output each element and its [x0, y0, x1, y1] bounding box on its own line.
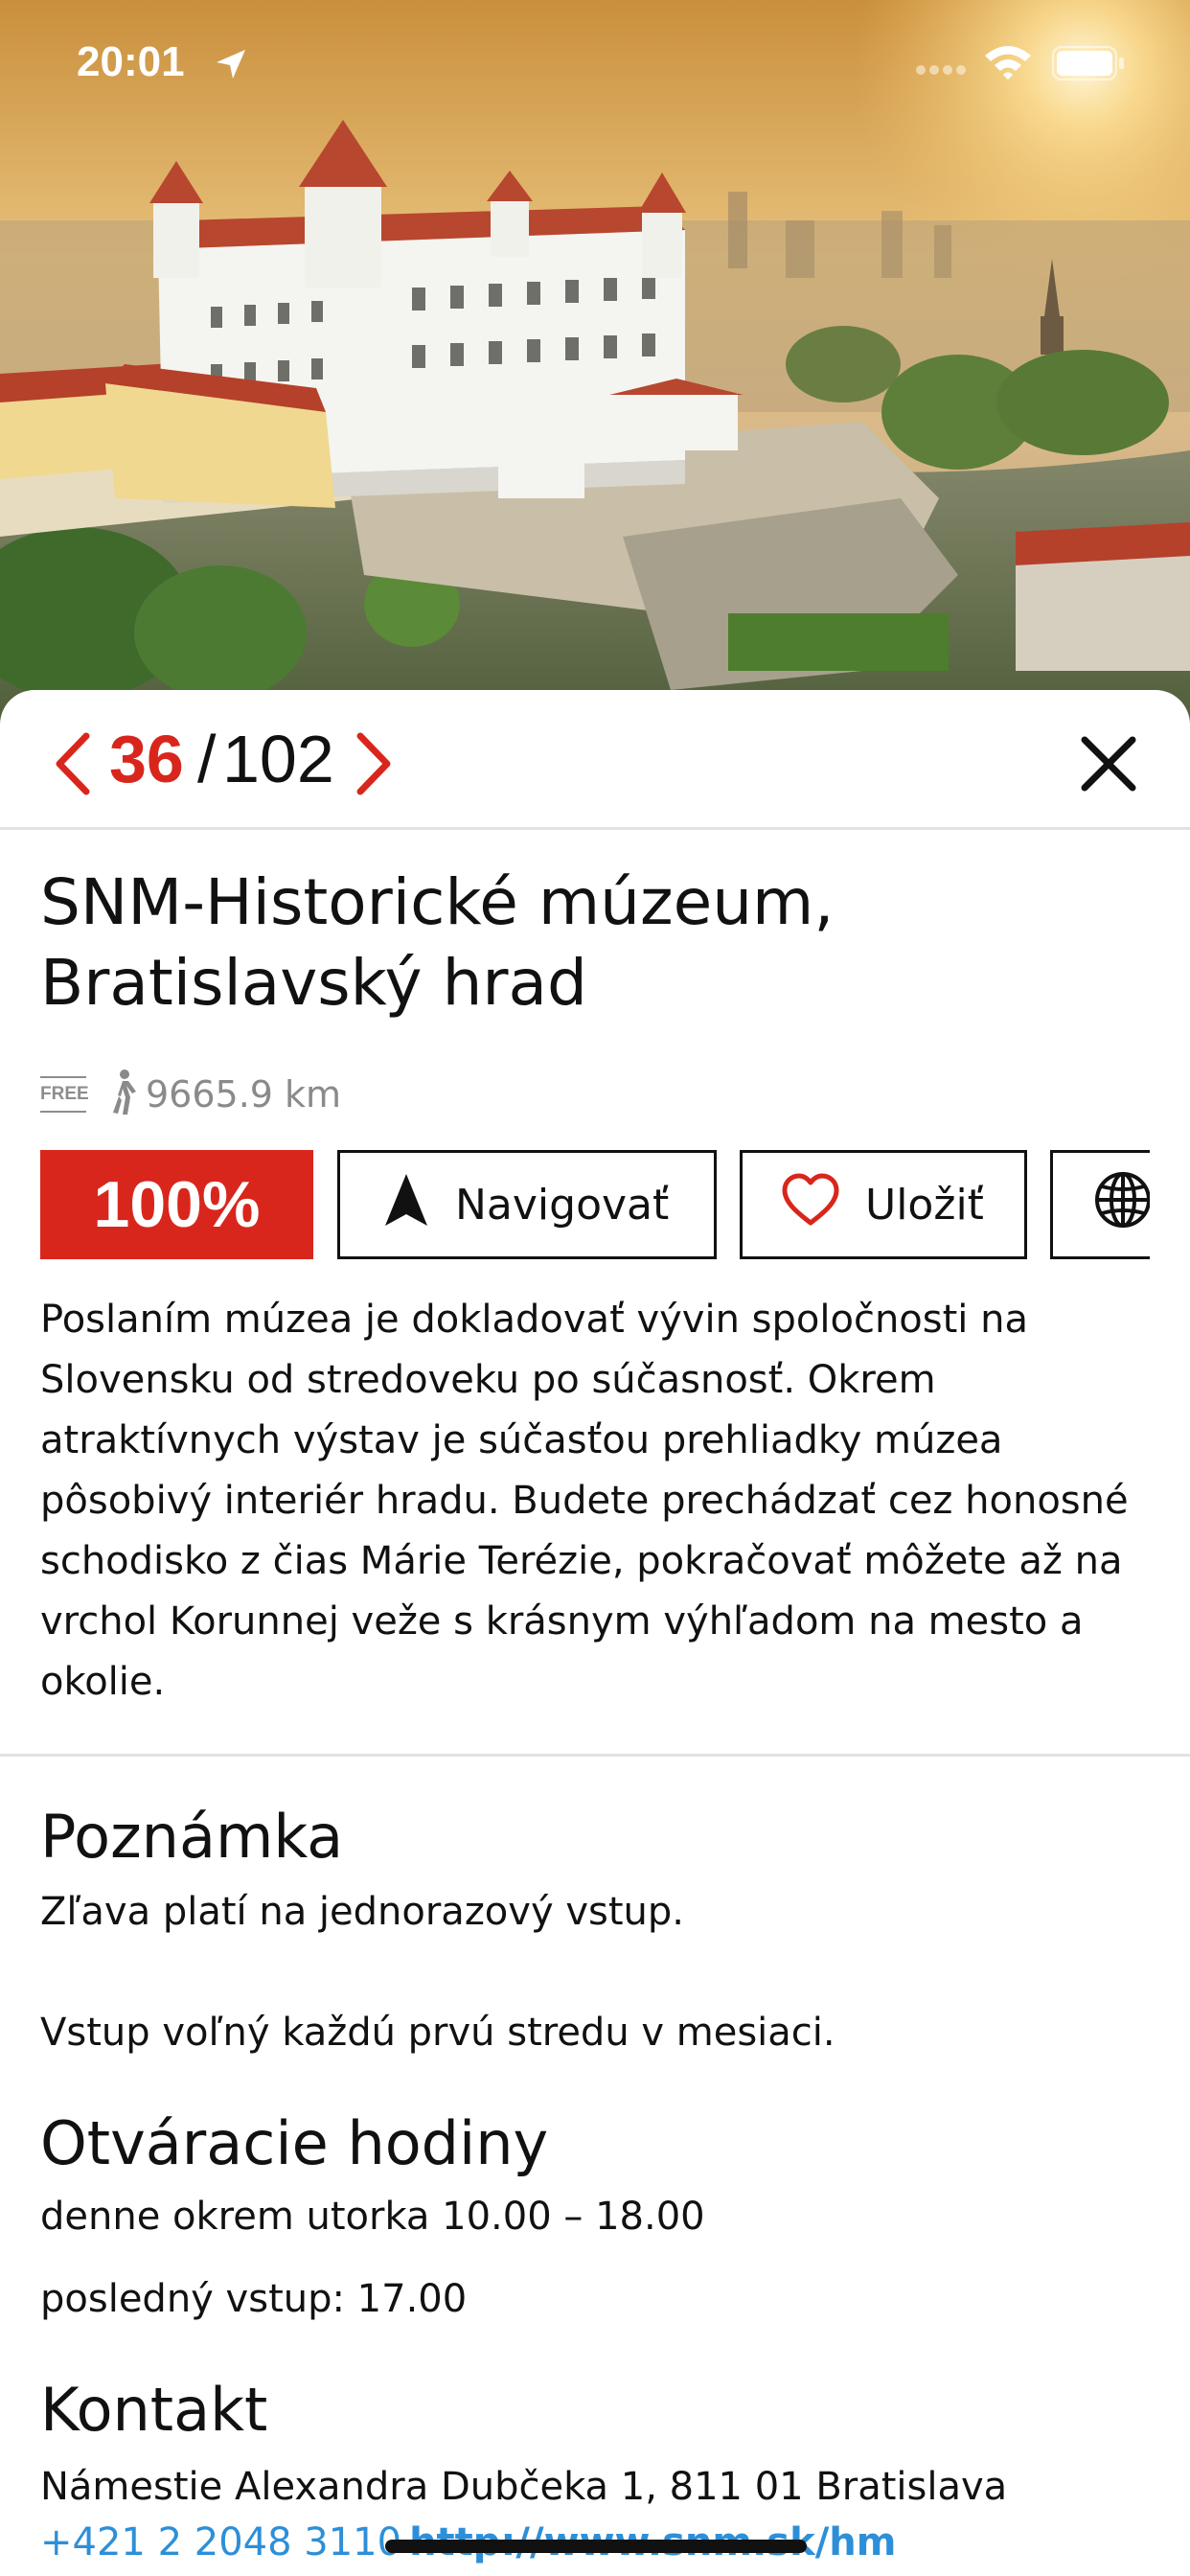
price-badge: FREE — [40, 1076, 89, 1113]
navigate-label: Navigovať — [455, 1180, 670, 1230]
save-button[interactable]: Uložiť — [740, 1150, 1027, 1259]
pager-current: 36 — [109, 722, 184, 796]
poi-title: SNM-Historické múzeum, Bratislavský hrad — [40, 865, 835, 1020]
status-time: 20:01 — [77, 38, 185, 85]
hours-line-2: posledný vstup: 17.00 — [40, 2277, 468, 2321]
save-label: Uložiť — [865, 1180, 984, 1230]
phone-link[interactable]: +421 2 2048 3110 — [40, 2520, 401, 2564]
previous-chevron-icon[interactable] — [50, 730, 98, 797]
poi-meta: FREE 9665.9 km — [40, 1066, 341, 1123]
next-chevron-icon[interactable] — [349, 730, 397, 797]
battery-icon — [1052, 46, 1125, 84]
distance-text: 9665.9 km — [146, 1073, 342, 1116]
heart-icon — [781, 1173, 840, 1237]
navigate-button[interactable]: Navigovať — [337, 1150, 717, 1259]
note-line-2: Vstup voľný každú prvú stredu v mesiaci. — [40, 2011, 835, 2055]
note-line-1: Zľava platí na jednorazový vstup. — [40, 1890, 684, 1934]
action-bar: 100% Navigovať Uložiť — [40, 1150, 1150, 1259]
rating-percent-badge: 100% — [40, 1150, 313, 1259]
pager-separator: / — [197, 722, 217, 796]
contact-address: Námestie Alexandra Dubčeka 1, 811 01 Bra… — [40, 2465, 1008, 2509]
pager: 36 / 102 — [0, 690, 1190, 830]
screen: 20:01 36 / 102 SNM-Historické múzeum, Br… — [0, 0, 1190, 2576]
hours-line-1: denne okrem utorka 10.00 – 18.00 — [40, 2195, 705, 2239]
detail-sheet: 36 / 102 SNM-Historické múzeum, Bratisla… — [0, 690, 1190, 2576]
pager-total: 102 — [222, 722, 334, 796]
contact-heading: Kontakt — [40, 2375, 268, 2445]
home-indicator[interactable] — [385, 2540, 807, 2553]
walking-icon — [107, 1069, 140, 1120]
website-button[interactable] — [1050, 1150, 1150, 1259]
note-heading: Poznámka — [40, 1802, 344, 1872]
status-bar: 20:01 — [0, 0, 1190, 134]
poi-description: Poslaním múzea je dokladovať vývin spolo… — [40, 1298, 1129, 1704]
section-divider — [0, 1754, 1190, 1757]
navigation-arrow-icon — [382, 1172, 430, 1238]
wifi-icon — [983, 42, 1033, 84]
close-icon[interactable] — [1077, 732, 1140, 795]
globe-icon — [1093, 1170, 1150, 1240]
location-arrow-icon — [213, 46, 249, 86]
signal-icon — [915, 61, 969, 80]
hours-heading: Otváracie hodiny — [40, 2108, 549, 2178]
